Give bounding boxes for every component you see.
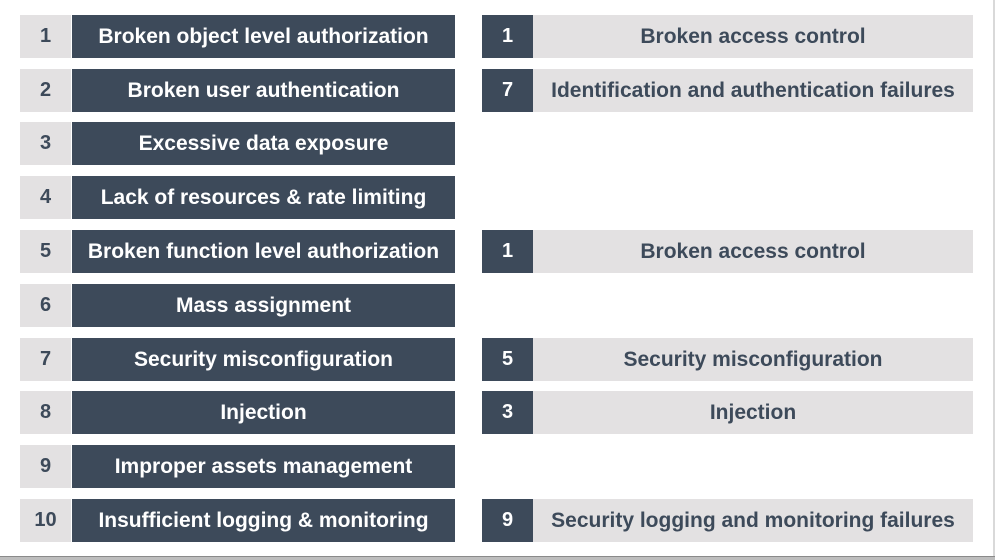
api-risk-row: 9 Improper assets management: [20, 445, 455, 488]
api-risk-row: 10 Insufficient logging & monitoring: [20, 499, 455, 542]
api-risk-rank: 7: [20, 338, 71, 381]
web-risk-rank: 3: [482, 391, 533, 434]
web-risk-row: 5 Security misconfiguration: [482, 338, 973, 381]
api-risk-label: Improper assets management: [72, 445, 455, 488]
api-risk-row: 3 Excessive data exposure: [20, 122, 455, 165]
api-risk-rank: 9: [20, 445, 71, 488]
api-risk-rank: 5: [20, 230, 71, 273]
api-risk-label: Injection: [72, 391, 455, 434]
api-risk-row: 6 Mass assignment: [20, 284, 455, 327]
web-risk-row: 7 Identification and authentication fail…: [482, 69, 973, 112]
web-risk-label: Injection: [533, 391, 973, 434]
web-risk-rank: 1: [482, 230, 533, 273]
web-risk-rank: 1: [482, 15, 533, 58]
api-risk-rank: 1: [20, 15, 71, 58]
api-risk-label: Broken object level authorization: [72, 15, 455, 58]
web-risk-rank: 7: [482, 69, 533, 112]
api-risk-row: 2 Broken user authentication: [20, 69, 455, 112]
api-risk-row: 4 Lack of resources & rate limiting: [20, 176, 455, 219]
web-risk-row: 3 Injection: [482, 391, 973, 434]
web-risk-row: 1 Broken access control: [482, 230, 973, 273]
web-risk-row: 9 Security logging and monitoring failur…: [482, 499, 973, 542]
api-risk-rank: 2: [20, 69, 71, 112]
api-risk-label: Excessive data exposure: [72, 122, 455, 165]
web-risk-label: Broken access control: [533, 230, 973, 273]
api-risk-label: Broken user authentication: [72, 69, 455, 112]
web-risk-label: Broken access control: [533, 15, 973, 58]
api-risk-rank: 6: [20, 284, 71, 327]
web-risk-rank: 9: [482, 499, 533, 542]
api-risk-row: 8 Injection: [20, 391, 455, 434]
api-risk-row: 1 Broken object level authorization: [20, 15, 455, 58]
api-risk-rank: 4: [20, 176, 71, 219]
api-risk-label: Security misconfiguration: [72, 338, 455, 381]
web-risk-rank: 5: [482, 338, 533, 381]
api-risk-label: Lack of resources & rate limiting: [72, 176, 455, 219]
api-risk-label: Broken function level authorization: [72, 230, 455, 273]
api-risk-rank: 10: [20, 499, 71, 542]
web-risk-label: Identification and authentication failur…: [533, 69, 973, 112]
api-risk-rank: 3: [20, 122, 71, 165]
api-risk-row: 5 Broken function level authorization: [20, 230, 455, 273]
cropped-text-strip: [0, 556, 995, 560]
api-risk-label: Mass assignment: [72, 284, 455, 327]
api-risk-rank: 8: [20, 391, 71, 434]
web-risk-row: 1 Broken access control: [482, 15, 973, 58]
web-risk-label: Security logging and monitoring failures: [533, 499, 973, 542]
web-risk-label: Security misconfiguration: [533, 338, 973, 381]
api-risk-row: 7 Security misconfiguration: [20, 338, 455, 381]
api-risk-label: Insufficient logging & monitoring: [72, 499, 455, 542]
